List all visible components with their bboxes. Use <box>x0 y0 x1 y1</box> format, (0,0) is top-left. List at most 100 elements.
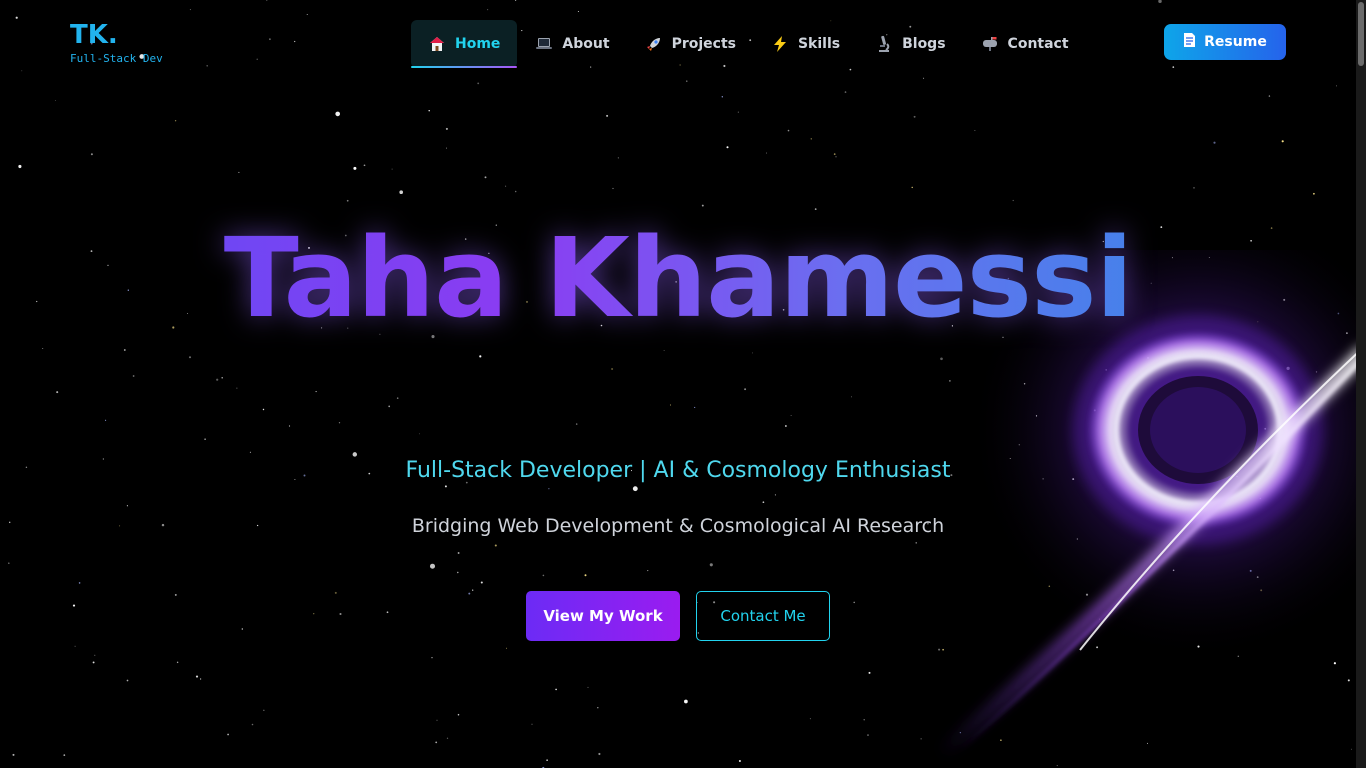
star <box>21 70 23 72</box>
star <box>506 647 507 649</box>
star <box>388 405 391 408</box>
star <box>669 404 671 406</box>
star <box>338 422 341 424</box>
star <box>632 486 638 492</box>
nav-label-home: Home <box>455 36 501 52</box>
star <box>505 185 507 187</box>
nav-label-blogs: Blogs <box>902 36 946 52</box>
star <box>701 204 704 207</box>
star <box>721 96 723 98</box>
star <box>444 485 447 488</box>
star <box>72 604 76 607</box>
star <box>468 592 471 595</box>
hero-title: Full-Stack Developer | AI & Cosmology En… <box>405 458 951 483</box>
nav-item-skills[interactable]: Skills <box>754 20 857 68</box>
star <box>514 190 517 193</box>
nav-item-about[interactable]: About <box>518 20 626 68</box>
scrollbar-thumb[interactable] <box>1358 2 1364 66</box>
star <box>752 352 754 354</box>
star <box>56 391 59 394</box>
star <box>1158 0 1162 4</box>
star <box>810 138 813 140</box>
hero-name: Taha Khamessi <box>0 208 1356 348</box>
nav-item-projects[interactable]: Projects <box>628 20 753 68</box>
page-scrollbar[interactable] <box>1356 0 1366 768</box>
star <box>546 759 548 761</box>
star <box>204 438 206 441</box>
star <box>766 152 768 154</box>
contact-me-button[interactable]: Contact Me <box>696 591 830 641</box>
star <box>428 109 430 112</box>
star <box>418 433 420 435</box>
star <box>709 563 713 567</box>
star <box>684 699 688 704</box>
star <box>923 77 925 79</box>
star <box>726 146 729 149</box>
star <box>251 723 254 726</box>
star <box>446 147 447 149</box>
star <box>263 709 265 711</box>
star <box>738 759 741 763</box>
star <box>849 68 852 71</box>
star <box>335 111 341 117</box>
star <box>1335 85 1338 87</box>
star <box>584 574 587 577</box>
star <box>195 675 199 678</box>
star <box>92 661 95 664</box>
view-my-work-button[interactable]: View My Work <box>526 591 680 641</box>
star <box>587 686 589 688</box>
star <box>391 168 393 170</box>
star <box>790 415 792 416</box>
star <box>575 423 578 425</box>
star <box>744 388 747 391</box>
star <box>1193 187 1195 189</box>
star <box>647 570 649 572</box>
nav-item-contact[interactable]: Contact <box>964 20 1086 68</box>
star <box>54 99 56 101</box>
star <box>90 153 93 156</box>
brand-logo[interactable]: TK. Full-Stack Dev <box>70 20 163 66</box>
nav-item-home[interactable]: Home <box>411 20 518 68</box>
star <box>256 58 258 60</box>
star <box>853 601 855 604</box>
star <box>487 9 489 11</box>
star <box>868 671 871 674</box>
star <box>606 114 609 117</box>
star <box>548 488 550 490</box>
laptop-icon <box>535 35 553 53</box>
star <box>189 9 191 11</box>
star <box>617 157 620 159</box>
star <box>63 754 66 756</box>
star <box>1172 66 1175 68</box>
star <box>429 563 436 569</box>
star <box>531 723 533 725</box>
star <box>445 127 448 130</box>
star <box>774 494 776 496</box>
nav-item-blogs[interactable]: Blogs <box>858 20 962 68</box>
star <box>18 164 22 169</box>
document-icon <box>1183 32 1196 52</box>
star <box>174 593 177 596</box>
star <box>288 425 291 427</box>
star <box>484 176 487 179</box>
star <box>494 544 497 547</box>
star <box>266 0 268 1</box>
star <box>974 130 976 131</box>
brand-tagline: Full-Stack Dev <box>70 52 163 65</box>
star <box>216 378 219 381</box>
star <box>339 612 342 616</box>
star <box>227 733 230 736</box>
resume-button[interactable]: Resume <box>1164 24 1286 60</box>
star <box>74 645 76 647</box>
star <box>472 589 474 591</box>
star <box>431 657 433 659</box>
rocket-icon <box>645 35 663 53</box>
star <box>1012 199 1014 202</box>
nav-label-contact: Contact <box>1007 36 1069 52</box>
star <box>597 706 599 709</box>
star <box>1281 140 1284 143</box>
nav-label-skills: Skills <box>797 36 841 52</box>
star <box>199 678 202 680</box>
star <box>737 111 739 113</box>
star <box>334 591 337 594</box>
